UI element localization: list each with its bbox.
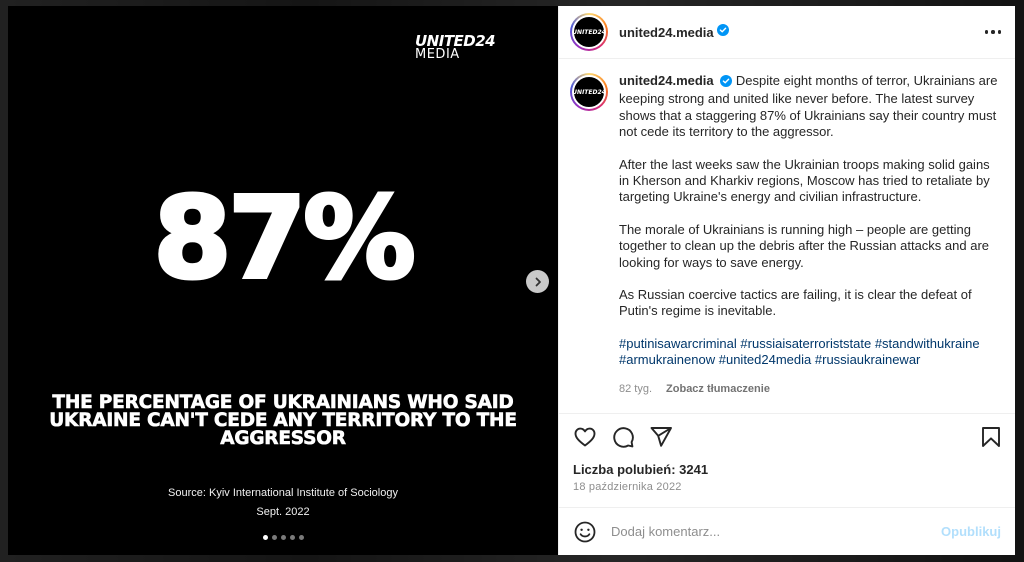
avatar-logo: UNITED24 [572, 15, 606, 49]
comment-icon [613, 427, 634, 448]
source-date: Sept. 2022 [256, 506, 310, 518]
caption-username[interactable]: united24.media [619, 73, 714, 88]
carousel-dot [271, 535, 277, 540]
paper-plane-icon [650, 427, 672, 447]
caption-paragraph: After the last weeks saw the Ukrainian t… [619, 156, 990, 205]
post-image[interactable]: UNITED24 MEDIA 87% THE PERCENTAGE OF UKR… [8, 6, 558, 555]
image-headline: THE PERCENTAGE OF UKRAINIANS WHO SAID UK… [49, 392, 517, 449]
carousel-dots [8, 535, 558, 540]
comment-input[interactable] [611, 524, 942, 539]
avatar[interactable]: UNITED24 [570, 13, 608, 51]
post-date: 18 października 2022 [573, 481, 682, 493]
caption-paragraph: The morale of Ukrainians is running high… [619, 221, 990, 270]
post-age: 82 tyg. [619, 382, 653, 395]
next-slide-button[interactable] [526, 270, 549, 293]
emoji-button[interactable] [573, 520, 597, 544]
comment-bar: Opublikuj [559, 507, 1015, 555]
image-source: Source: Kyiv International Institute of … [8, 484, 558, 522]
caption-meta: 82 tyg. Zobacz tłumaczenie [619, 381, 1001, 397]
carousel-dot [280, 535, 286, 540]
big-number: 87% [151, 172, 417, 306]
hashtag-link[interactable]: #putinisawarcriminal [619, 336, 737, 351]
smiley-icon [574, 521, 596, 542]
caption-paragraph: As Russian coercive tactics are failing,… [619, 287, 972, 319]
more-dot [984, 30, 988, 34]
publish-button[interactable]: Opublikuj [941, 524, 1001, 539]
hashtag-link[interactable]: #united24media [719, 352, 812, 367]
more-options-button[interactable] [984, 30, 1001, 34]
carousel-dot [298, 535, 304, 540]
bookmark-icon [982, 427, 1000, 447]
hashtag-link[interactable]: #standwithukraine [875, 336, 980, 351]
header-username[interactable]: united24.media [619, 25, 714, 40]
chevron-right-icon [535, 277, 541, 286]
action-bar [559, 414, 1015, 460]
post-modal: UNITED24 MEDIA 87% THE PERCENTAGE OF UKR… [8, 6, 1015, 555]
avatar[interactable]: UNITED24 [570, 73, 608, 111]
carousel-dot [289, 535, 295, 540]
caption-area: UNITED24 united24.media Despite eight mo… [559, 59, 1015, 414]
likes-count[interactable]: Liczba polubień: 3241 [559, 462, 1015, 477]
see-translation-link[interactable]: Zobacz tłumaczenie [666, 381, 770, 397]
hashtag-link[interactable]: #russiaukrainewar [815, 352, 921, 367]
like-button[interactable] [573, 425, 597, 449]
brand-logo: UNITED24 MEDIA [415, 34, 496, 62]
post-header: UNITED24 united24.media [559, 6, 1015, 59]
hashtag-link[interactable]: #armukrainenow [619, 352, 715, 367]
caption: united24.media Despite eight months of t… [619, 73, 1001, 413]
verified-badge-icon [720, 75, 733, 91]
avatar-logo: UNITED24 [572, 75, 606, 109]
more-dot [997, 30, 1001, 34]
post-panel: UNITED24 united24.media UNITED24 united2… [558, 6, 1015, 555]
caption-paragraph: united24.media Despite eight months of t… [619, 73, 1001, 141]
share-button[interactable] [649, 425, 673, 449]
save-button[interactable] [979, 425, 1003, 449]
carousel-dot [262, 535, 268, 540]
heart-icon [574, 427, 596, 447]
comment-button[interactable] [611, 425, 635, 449]
more-dot [991, 30, 995, 34]
hashtag-link[interactable]: #russiaisaterroriststate [740, 336, 871, 351]
source-line: Source: Kyiv International Institute of … [168, 487, 398, 499]
hashtags: #putinisawarcriminal #russiaisaterrorist… [619, 336, 1001, 369]
verified-badge-icon [716, 23, 729, 41]
